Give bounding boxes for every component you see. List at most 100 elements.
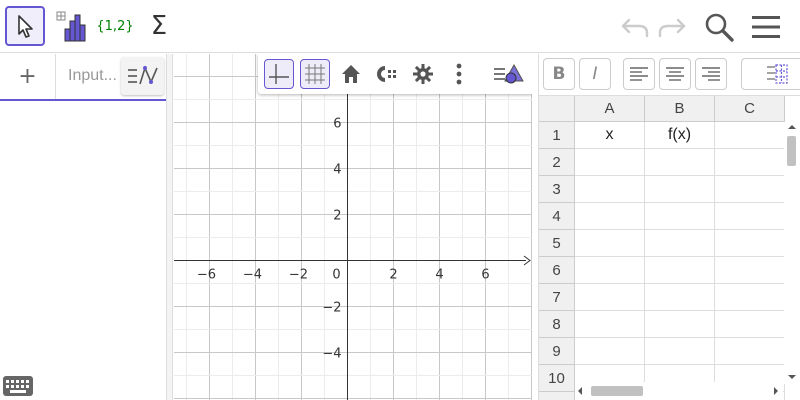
cell-a1[interactable]: x (575, 122, 645, 149)
undo-icon (621, 18, 649, 38)
plus-icon: + (18, 64, 37, 89)
keyboard-icon[interactable] (3, 376, 33, 396)
y-tick-label: −4 (322, 347, 341, 362)
axes-icon (269, 64, 289, 84)
row-header[interactable]: 9 (539, 338, 575, 365)
y-tick-label: 6 (333, 117, 341, 132)
cell-a7[interactable] (575, 284, 645, 311)
row-header[interactable]: 1 (539, 122, 575, 149)
cell-c3[interactable] (715, 176, 785, 203)
italic-button[interactable]: I (579, 58, 611, 90)
cell-c2[interactable] (715, 149, 785, 176)
sigma-icon: Σ (150, 11, 168, 41)
align-right-button[interactable] (695, 58, 727, 90)
cell-b3[interactable] (645, 176, 715, 203)
point-capture-button[interactable] (370, 59, 400, 89)
align-center-icon (666, 67, 684, 81)
x-tick-label: 2 (389, 268, 397, 283)
cell-b4[interactable] (645, 203, 715, 230)
column-header-b[interactable]: B (645, 96, 715, 122)
vertical-scrollbar[interactable] (784, 122, 800, 384)
bold-button[interactable]: B (543, 58, 575, 90)
search-button[interactable] (702, 10, 736, 44)
row-header[interactable]: 4 (539, 203, 575, 230)
main-menu-button[interactable] (749, 10, 783, 44)
more-options-button[interactable] (444, 59, 474, 89)
x-tick-label: 4 (435, 268, 443, 283)
standard-view-button[interactable] (336, 59, 366, 89)
graphics-view[interactable]: −6 −4 −2 0 2 4 6 6 4 2 −2 −4 (174, 54, 532, 400)
align-right-icon (702, 67, 720, 81)
cell-a4[interactable] (575, 203, 645, 230)
cell-c8[interactable] (715, 311, 785, 338)
cell-a3[interactable] (575, 176, 645, 203)
x-tick-label: −4 (243, 268, 262, 283)
column-header-c[interactable]: C (715, 96, 785, 122)
horizontal-scrollbar[interactable] (575, 382, 783, 400)
align-left-button[interactable] (623, 58, 655, 90)
row-header[interactable]: 2 (539, 149, 575, 176)
graphics-style-bar (258, 54, 532, 94)
align-center-button[interactable] (659, 58, 691, 90)
corner-header[interactable] (539, 96, 575, 122)
bar-chart-icon (56, 11, 86, 42)
graphics-canvas[interactable]: −6 −4 −2 0 2 4 6 6 4 2 −2 −4 (174, 54, 532, 400)
cell-b6[interactable] (645, 257, 715, 284)
row-header[interactable]: 10 (539, 365, 575, 392)
cell-b7[interactable] (645, 284, 715, 311)
x-tick-label: −6 (197, 268, 216, 283)
cell-a2[interactable] (575, 149, 645, 176)
algebra-view: + Input... (0, 54, 167, 400)
cell-a9[interactable] (575, 338, 645, 365)
cell-b1[interactable]: f(x) (645, 122, 715, 149)
horizontal-scroll-thumb[interactable] (591, 386, 643, 396)
graph-style-icon (127, 65, 158, 85)
cell-c4[interactable] (715, 203, 785, 230)
redo-button[interactable] (655, 10, 689, 44)
graphics-settings-button[interactable] (408, 59, 438, 89)
cell-b2[interactable] (645, 149, 715, 176)
scroll-right-icon (774, 387, 778, 395)
column-header-a[interactable]: A (575, 96, 645, 122)
bar-chart-tool-button[interactable] (51, 6, 91, 46)
spreadsheet-toolbar: B I (539, 54, 800, 96)
row-header[interactable]: 6 (539, 257, 575, 284)
row-header[interactable]: 7 (539, 284, 575, 311)
move-tool-button[interactable] (5, 6, 45, 46)
add-item-button[interactable]: + (0, 54, 56, 99)
algebra-input-row: + Input... (0, 54, 166, 101)
cell-c1[interactable] (715, 122, 785, 149)
scroll-up-icon (788, 125, 796, 129)
list-tool-label: {1,2} (96, 18, 134, 34)
cell-b5[interactable] (645, 230, 715, 257)
cell-c6[interactable] (715, 257, 785, 284)
cell-a6[interactable] (575, 257, 645, 284)
algebra-style-button[interactable] (121, 57, 164, 95)
axes-toggle-button[interactable] (264, 59, 294, 89)
vertical-scroll-thumb[interactable] (787, 136, 796, 166)
row-header[interactable]: 11 (539, 392, 575, 400)
cell-b9[interactable] (645, 338, 715, 365)
list-tool-button[interactable]: {1,2} (95, 6, 135, 46)
cell-c5[interactable] (715, 230, 785, 257)
cell-a5[interactable] (575, 230, 645, 257)
cell-b8[interactable] (645, 311, 715, 338)
y-tick-label: 2 (333, 209, 341, 224)
sum-tool-button[interactable]: Σ (139, 6, 179, 46)
scroll-left-icon (578, 387, 582, 395)
cell-a8[interactable] (575, 311, 645, 338)
main-toolbar: {1,2} Σ (0, 0, 800, 53)
undo-button[interactable] (618, 10, 652, 44)
cell-c9[interactable] (715, 338, 785, 365)
cell-c7[interactable] (715, 284, 785, 311)
row-header[interactable]: 8 (539, 311, 575, 338)
algebra-input[interactable]: Input... (68, 67, 117, 85)
style-bar-toggle-button[interactable] (490, 59, 528, 89)
row-header[interactable]: 3 (539, 176, 575, 203)
x-tick-label: 0 (332, 268, 340, 283)
row-header[interactable]: 5 (539, 230, 575, 257)
cell-format-button[interactable] (741, 58, 800, 90)
point-capture-icon (377, 66, 396, 82)
grid-toggle-button[interactable] (300, 59, 330, 89)
view-divider[interactable] (167, 54, 173, 400)
